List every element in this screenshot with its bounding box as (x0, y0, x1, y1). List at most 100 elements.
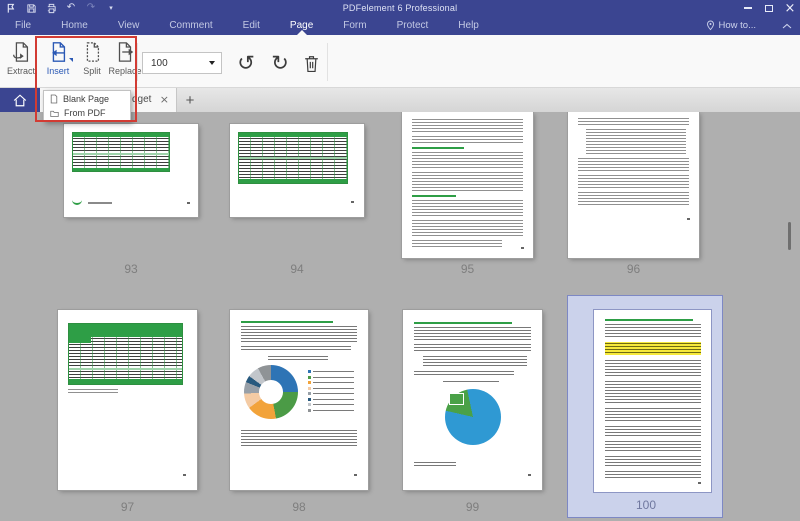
page-number-label: 97 (120, 500, 135, 514)
chart-title-lines (443, 381, 499, 383)
rotate-left-icon: ↺ (237, 50, 255, 75)
folder-icon (50, 110, 59, 117)
page-ribbon: Extract Insert Split Replace ↺ (0, 35, 800, 88)
green-heading (414, 322, 512, 324)
text-lines (412, 220, 523, 237)
thumbnail-page-97[interactable] (58, 310, 197, 490)
menu-view[interactable]: View (103, 16, 155, 35)
close-button[interactable] (784, 2, 796, 14)
green-heading (412, 195, 456, 197)
insert-pages-button[interactable]: Insert (41, 40, 75, 84)
maximize-button[interactable] (763, 2, 775, 14)
redo-icon[interactable]: ↷ (84, 1, 98, 15)
text-lines (605, 426, 701, 437)
menu-file[interactable]: File (0, 16, 46, 35)
tab-close-icon[interactable]: × (160, 93, 169, 106)
extract-label: Extract (6, 66, 35, 76)
collapse-ribbon-icon[interactable] (782, 23, 792, 29)
how-to-button[interactable]: How to... (706, 20, 756, 31)
text-lines (605, 471, 701, 479)
text-lines (68, 389, 118, 394)
thumbnail-page-99[interactable] (403, 310, 542, 490)
menu-item-from-pdf[interactable]: From PDF (44, 106, 130, 120)
window-controls (742, 0, 796, 16)
pdfelement-window: ↶ ↷ ▾ PDFelement 6 Professional File Hom… (0, 0, 800, 521)
page-number-label: 96 (626, 262, 641, 276)
page-number-input[interactable] (143, 57, 201, 69)
thumbnail-page-96[interactable] (568, 112, 699, 258)
page-number-mark (687, 218, 690, 220)
ribbon-separator (327, 43, 328, 81)
green-heading (605, 319, 693, 321)
menu-edit[interactable]: Edit (228, 16, 275, 35)
save-icon[interactable] (24, 1, 38, 15)
window-title: PDFelement 6 Professional (342, 3, 458, 13)
extract-icon (10, 40, 32, 64)
thumbnail-page-100[interactable] (594, 310, 711, 492)
text-lines (578, 175, 689, 189)
text-lines (241, 326, 357, 343)
page-number-mark (521, 247, 524, 249)
thumbnail-page-94[interactable] (230, 124, 364, 217)
new-tab-button[interactable]: + (181, 90, 199, 110)
green-heading (241, 321, 333, 323)
page-number-combobox (142, 52, 222, 74)
vertical-scrollbar-thumb[interactable] (788, 222, 791, 250)
minimize-button[interactable] (742, 2, 754, 14)
page-number-mark (698, 482, 701, 484)
menu-protect[interactable]: Protect (382, 16, 444, 35)
text-lines (414, 371, 514, 376)
quick-access-toolbar: ↶ ↷ ▾ (0, 0, 118, 16)
thumbnail-page-93[interactable] (64, 124, 198, 217)
insert-label: Insert (46, 66, 70, 76)
combo-dropdown-icon[interactable] (209, 61, 215, 65)
menu-item-blank-page[interactable]: Blank Page (44, 92, 130, 106)
title-bar: ↶ ↷ ▾ PDFelement 6 Professional (0, 0, 800, 16)
split-document-button[interactable]: Split (77, 40, 107, 84)
page-number-label: 94 (290, 262, 304, 276)
rotate-right-icon: ↻ (271, 50, 289, 75)
bullet-lines (586, 129, 686, 155)
menu-help[interactable]: Help (443, 16, 494, 35)
page-number-label: 98 (292, 500, 306, 514)
text-lines (578, 118, 689, 126)
menubar-right: How to... (706, 20, 800, 31)
print-icon[interactable] (44, 1, 58, 15)
menu-bar: File Home View Comment Edit Page Form Pr… (0, 16, 800, 35)
page-number-mark (351, 201, 354, 203)
home-view-button[interactable] (0, 88, 40, 112)
extract-pages-button[interactable]: Extract (4, 40, 38, 84)
insert-dropdown-arrow-icon (69, 58, 73, 62)
undo-icon[interactable]: ↶ (64, 1, 78, 15)
rotate-left-button[interactable]: ↺ (232, 49, 260, 77)
text-lines (241, 346, 351, 351)
green-table-graphic (72, 132, 170, 172)
replace-icon (114, 40, 136, 64)
bullet-lines (423, 356, 527, 367)
text-lines (578, 192, 689, 206)
from-pdf-label: From PDF (64, 108, 106, 118)
donut-chart-graphic (244, 365, 298, 419)
thumbnail-page-95[interactable] (402, 112, 533, 258)
page-number-mark (183, 474, 186, 476)
menu-page[interactable]: Page (275, 16, 328, 35)
delete-pages-button[interactable] (297, 49, 325, 77)
trash-icon (304, 55, 318, 72)
app-logo-icon[interactable] (4, 1, 18, 15)
rotate-right-button[interactable]: ↻ (266, 49, 294, 77)
split-icon (81, 40, 103, 64)
chart-legend-graphic (308, 370, 354, 412)
menu-home[interactable]: Home (46, 16, 103, 35)
text-lines (412, 200, 523, 217)
text-lines (605, 360, 701, 377)
page-thumbnails-panel: 93 94 95 96 97 98 99 100 (0, 112, 800, 521)
green-table-graphic (238, 132, 348, 184)
replace-pages-button[interactable]: Replace (106, 40, 144, 84)
menu-comment[interactable]: Comment (154, 16, 227, 35)
text-lines (241, 430, 357, 447)
selected-page-container: 100 (567, 295, 723, 518)
blank-page-icon (50, 94, 58, 104)
thumbnail-page-98[interactable] (230, 310, 368, 490)
menu-form[interactable]: Form (328, 16, 381, 35)
customize-toolbar-icon[interactable]: ▾ (104, 1, 118, 15)
